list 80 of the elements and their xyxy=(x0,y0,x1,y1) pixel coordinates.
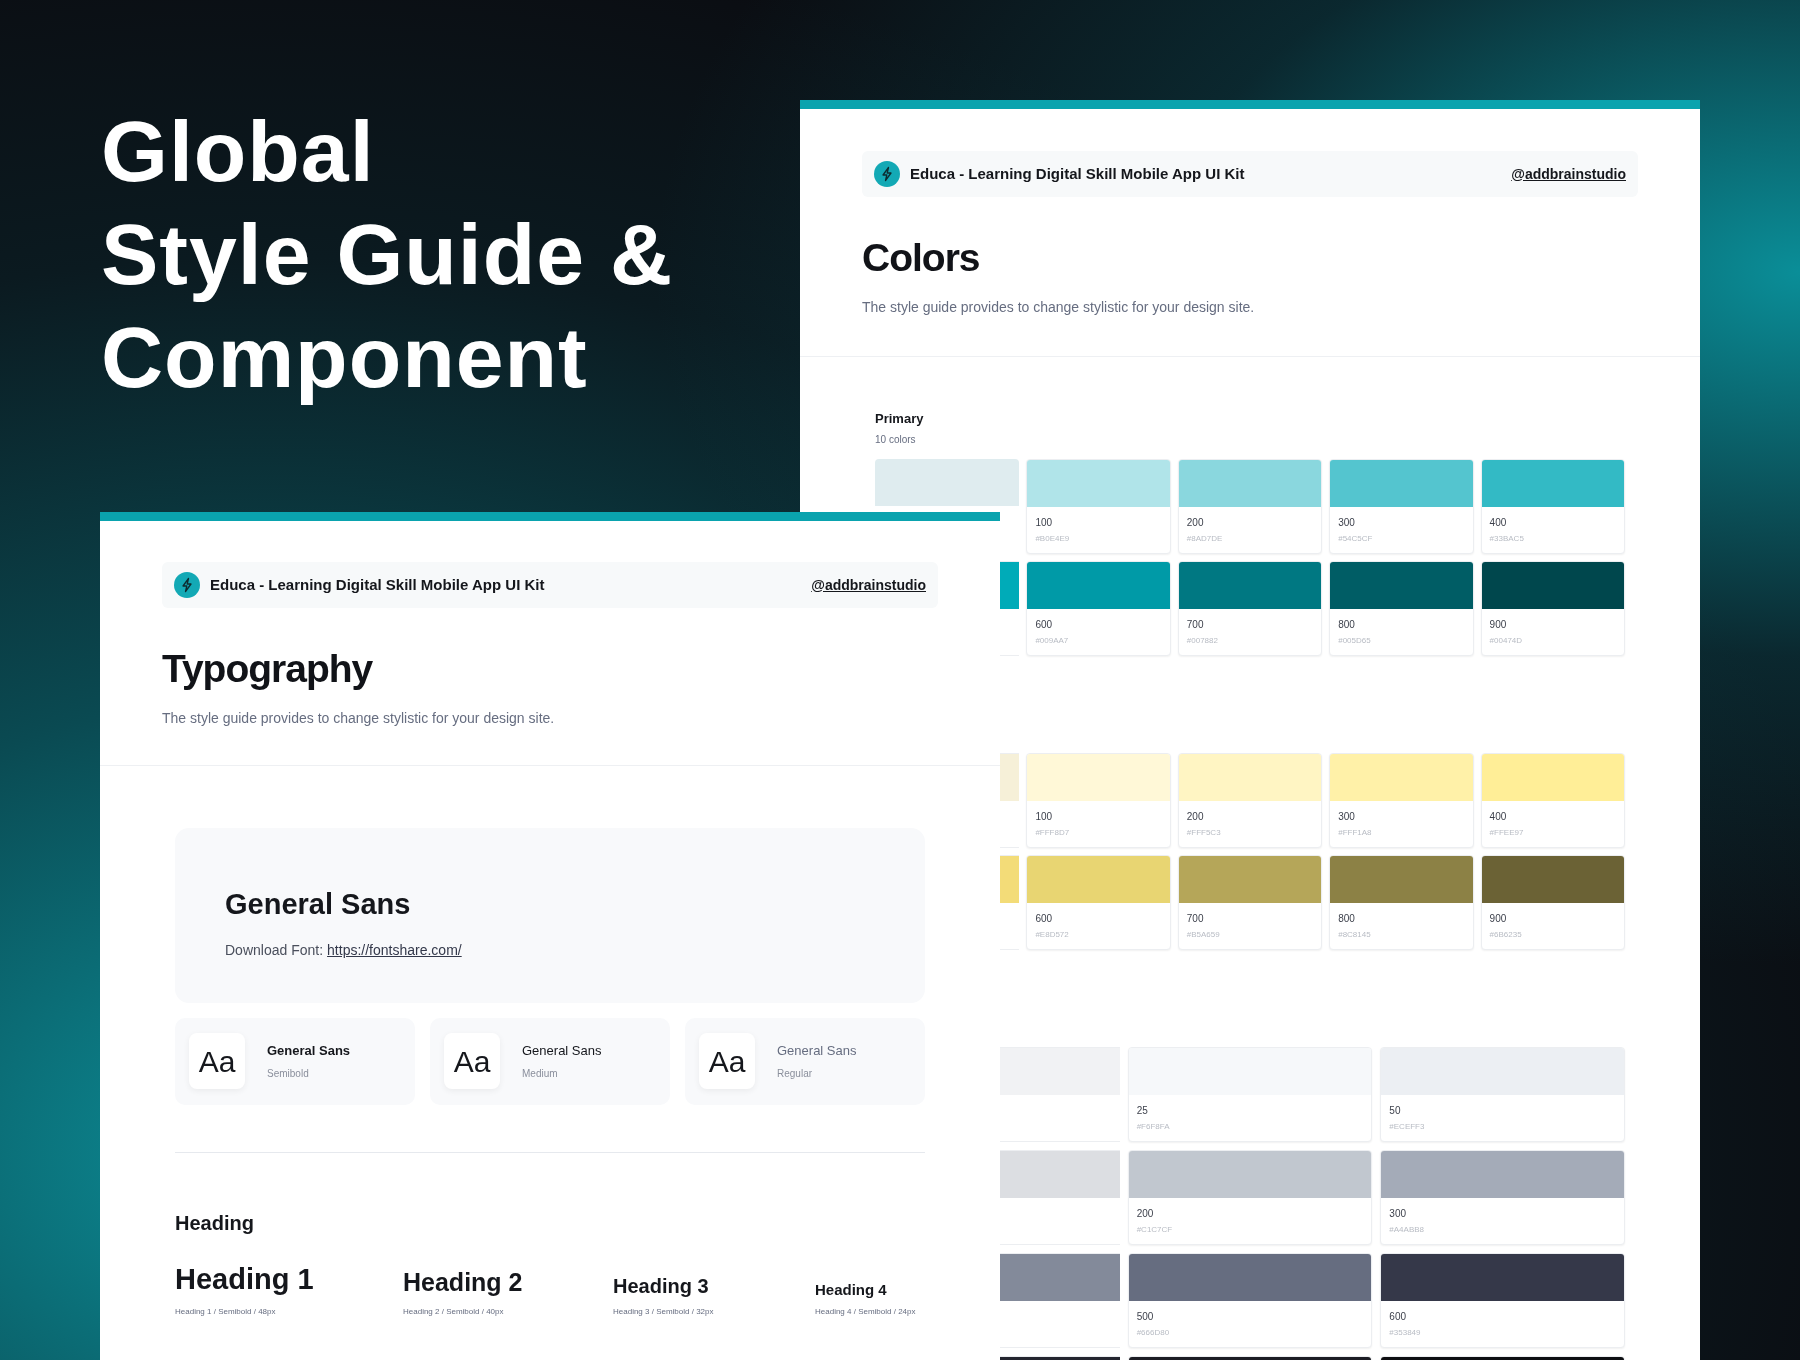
hex-code: #FFF5C3 xyxy=(1185,827,1222,839)
hex-code: #FFEE97 xyxy=(1488,827,1525,839)
shade-label: 400 xyxy=(1488,516,1508,530)
hex-code: #C1C7CF xyxy=(1135,1224,1174,1236)
font-name: General Sans xyxy=(777,1041,857,1060)
hex-code: #009AA7 xyxy=(1034,635,1070,647)
hex-code: #00474D xyxy=(1488,635,1524,647)
font-weight-label: Regular xyxy=(777,1067,814,1082)
font-name: General Sans xyxy=(522,1041,602,1060)
shade-label: 200 xyxy=(1135,1207,1155,1221)
shade-label: 600 xyxy=(1034,618,1054,632)
headline-text: Component xyxy=(101,308,589,407)
headline-text: Global xyxy=(101,102,376,201)
kit-title: Educa - Learning Digital Skill Mobile App UI Kit xyxy=(910,163,1245,184)
font-weight-label: Medium xyxy=(522,1067,559,1082)
shade-label: 700 xyxy=(1185,618,1205,632)
font-weight-label: Semibold xyxy=(267,1067,310,1082)
heading-sample: Heading 4 xyxy=(815,1279,888,1300)
shade-label: 300 xyxy=(1337,810,1356,824)
headline-text: Style Guide & xyxy=(101,205,674,304)
lightning-logo-icon xyxy=(874,161,900,187)
shade-label: 200 xyxy=(1185,516,1205,530)
hex-code: #ECEFF3 xyxy=(1388,1121,1426,1133)
shade-label: 100 xyxy=(1034,516,1054,530)
shade-label: 800 xyxy=(1337,618,1356,632)
font-sample: Aa xyxy=(189,1033,245,1089)
font-name: General Sans xyxy=(225,886,412,922)
shade-label: 300 xyxy=(1388,1207,1407,1221)
page-subtitle: The style guide provides to change stylistic for your design site. xyxy=(862,297,1256,317)
shade-label: 25 xyxy=(1135,1104,1149,1118)
lightning-logo-icon xyxy=(174,572,200,598)
heading-sample: Heading 2 xyxy=(403,1266,524,1298)
heading-spec: Heading 2 / Semibold / 40px xyxy=(403,1306,505,1318)
page-subtitle: The style guide provides to change stylistic for your design site. xyxy=(162,708,556,728)
shade-label: 100 xyxy=(1034,810,1054,824)
hex-code: #F6F8FA xyxy=(1135,1121,1171,1133)
page-title: Colors xyxy=(862,235,981,281)
shade-label: 900 xyxy=(1488,912,1508,926)
hex-code: #8AD7DE xyxy=(1185,533,1224,545)
hex-code: #FFF8D7 xyxy=(1034,827,1071,839)
heading-spec: Heading 3 / Semibold / 32px xyxy=(613,1306,715,1318)
heading-sample: Heading 1 xyxy=(175,1261,315,1297)
shade-label: 900 xyxy=(1488,618,1508,632)
hex-code: #666D80 xyxy=(1135,1327,1171,1339)
hex-code: #33BAC5 xyxy=(1488,533,1525,545)
heading-spec: Heading 1 / Semibold / 48px xyxy=(175,1306,277,1318)
download-link[interactable]: https://fontshare.com/ xyxy=(327,940,462,961)
font-sample: Aa xyxy=(699,1033,755,1089)
download-label: Download Font: xyxy=(225,941,324,960)
font-sample: Aa xyxy=(444,1033,500,1089)
kit-title: Educa - Learning Digital Skill Mobile App UI Kit xyxy=(210,574,545,595)
shade-label: 400 xyxy=(1488,810,1508,824)
color-count: 10 colors xyxy=(875,433,917,447)
font-name: General Sans xyxy=(267,1041,351,1060)
hex-code: #005D65 xyxy=(1337,635,1372,647)
hex-code: #353849 xyxy=(1388,1327,1422,1339)
author-link[interactable]: @addbrainstudio xyxy=(1511,163,1626,185)
hex-code: #B0E4E9 xyxy=(1034,533,1071,545)
hex-code: #8C8145 xyxy=(1337,929,1372,941)
page-title: Typography xyxy=(162,646,374,692)
heading-spec: Heading 4 / Semibold / 24px xyxy=(815,1306,917,1318)
hex-code: #E8D572 xyxy=(1034,929,1070,941)
shade-label: 200 xyxy=(1185,810,1205,824)
hex-code: #54C5CF xyxy=(1337,533,1374,545)
shade-label: 50 xyxy=(1388,1104,1402,1118)
hex-code: #B5A659 xyxy=(1185,929,1221,941)
hex-code: #A4ABB8 xyxy=(1388,1224,1426,1236)
section-heading: Heading xyxy=(175,1210,255,1236)
shade-label: 500 xyxy=(1135,1310,1155,1324)
shade-label: 600 xyxy=(1034,912,1054,926)
shade-label: 600 xyxy=(1388,1310,1407,1324)
group-name: Primary xyxy=(875,409,925,428)
author-link[interactable]: @addbrainstudio xyxy=(811,574,926,596)
shade-label: 300 xyxy=(1337,516,1356,530)
hex-code: #FFF1A8 xyxy=(1337,827,1373,839)
hex-code: #6B6235 xyxy=(1488,929,1523,941)
heading-sample: Heading 3 xyxy=(613,1274,710,1299)
hex-code: #007882 xyxy=(1185,635,1219,647)
shade-label: 800 xyxy=(1337,912,1356,926)
shade-label: 700 xyxy=(1185,912,1205,926)
